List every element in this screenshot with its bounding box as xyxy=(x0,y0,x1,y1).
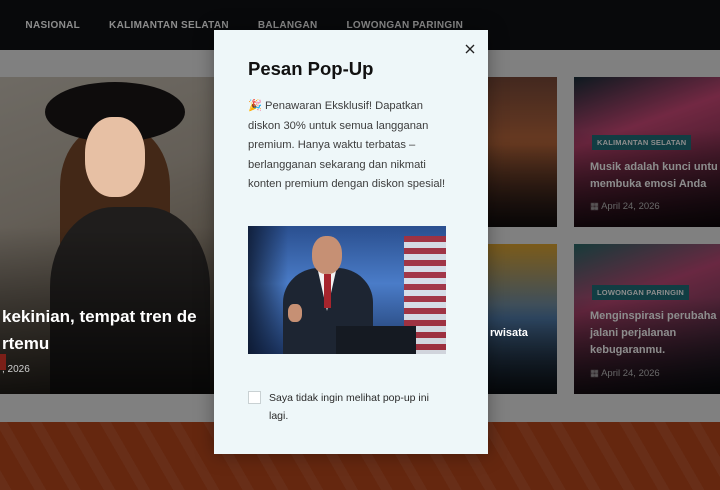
podium xyxy=(336,326,416,354)
dont-show-again-checkbox[interactable] xyxy=(248,391,261,404)
popup-modal: Pesan Pop-Up 🎉 Penawaran Eksklusif! Dapa… xyxy=(214,30,488,454)
party-popper-icon: 🎉 xyxy=(248,100,262,112)
hero-article-title[interactable]: kekinian, tempat tren de rtemu xyxy=(2,303,232,357)
popup-title: Pesan Pop-Up xyxy=(248,58,374,79)
hero-title-line-2: rtemu xyxy=(2,334,50,353)
hero-title-line-1: kekinian, tempat tren de xyxy=(2,307,197,326)
hero-article-date: , 2026 xyxy=(2,364,30,375)
popup-body: 🎉 Penawaran Eksklusif! Dapatkan diskon 3… xyxy=(248,97,458,195)
dont-show-again-label[interactable]: Saya tidak ingin melihat pop-up ini lagi… xyxy=(269,389,449,425)
close-icon xyxy=(465,44,475,54)
popup-body-text: Penawaran Eksklusif! Dapatkan diskon 30%… xyxy=(248,100,446,190)
close-button[interactable] xyxy=(462,41,478,57)
speaker-tie xyxy=(324,274,331,308)
image-vignette xyxy=(248,226,288,354)
speaker-hand xyxy=(288,304,302,322)
middle-article-title[interactable]: rwisata xyxy=(490,327,528,339)
speaker-head xyxy=(312,236,342,274)
popup-image xyxy=(248,226,446,354)
hero-image-face xyxy=(85,117,145,197)
